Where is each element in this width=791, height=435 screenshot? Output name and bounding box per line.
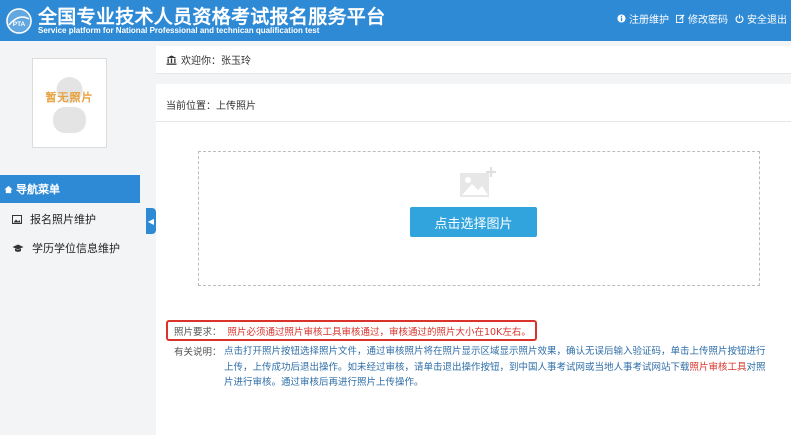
photo-preview: 暂无照片 <box>32 58 107 148</box>
nav-menu-header-label: 导航菜单 <box>16 183 60 196</box>
info-icon <box>617 14 626 23</box>
nav-menu-header: 导航菜单 <box>0 175 140 203</box>
add-image-icon <box>460 167 496 197</box>
register-maintain-label: 注册维护 <box>629 15 669 26</box>
photo-audit-tool-link[interactable]: 照片审核工具 <box>690 362 747 373</box>
platform-subtitle: Service platform for National Profession… <box>38 26 320 35</box>
change-password-link[interactable]: 修改密码 <box>676 11 728 26</box>
sidebar-item-degree-maintain-label: 学历学位信息维护 <box>32 242 120 255</box>
photo-requirement: 照片要求： 照片必须通过照片审核工具审核通过，审核通过的照片大小在10K左右。 <box>174 324 531 338</box>
top-links: 注册维护 修改密码 安全退出 <box>617 11 787 26</box>
welcome-text: 欢迎你：张玉玲 <box>181 56 251 67</box>
breadcrumb-divider <box>156 121 791 122</box>
requirement-text: 照片必须通过照片审核工具审核通过，审核通过的照片大小在10K左右。 <box>227 327 531 338</box>
pta-logo-icon: PTA <box>6 8 32 34</box>
logout-label: 安全退出 <box>747 15 787 26</box>
no-photo-label: 暂无照片 <box>45 91 94 104</box>
sidebar-item-photo-maintain-label: 报名照片维护 <box>30 213 96 226</box>
sidebar-item-photo-maintain[interactable]: 报名照片维护 <box>0 205 140 233</box>
note-text: 点击打开照片按钮选择照片文件，通过审核照片将在照片显示区域显示照片效果，确认无误… <box>224 344 769 391</box>
main-panel: 当前位置：上传照片 点击选择图片 照片要求： 照片必须通过照片审核工具审核通过，审… <box>156 84 791 435</box>
home-icon <box>4 185 13 193</box>
change-password-label: 修改密码 <box>688 15 728 26</box>
note-text-part1: 点击打开照片按钮选择照片文件，通过审核照片将在照片显示区域显示照片效果，确认无误… <box>224 346 766 373</box>
chevron-left-icon: ◀ <box>147 216 155 226</box>
bank-icon <box>166 55 177 65</box>
image-icon <box>12 214 22 224</box>
logo-text: PTA <box>13 21 26 28</box>
sidebar-item-degree-maintain[interactable]: 学历学位信息维护 <box>0 234 140 262</box>
register-maintain-link[interactable]: 注册维护 <box>617 11 669 26</box>
note-label: 有关说明： <box>174 347 222 358</box>
graduation-cap-icon <box>12 244 24 252</box>
welcome-bar: 欢迎你：张玉玲 <box>156 46 791 74</box>
sidebar: 暂无照片 导航菜单 报名照片维护 学历学位信息维护 <box>0 41 147 435</box>
sidebar-collapse-toggle[interactable]: ◀ <box>146 208 156 234</box>
edit-icon <box>676 14 685 23</box>
photo-upload-area[interactable]: 点击选择图片 <box>198 151 760 286</box>
breadcrumb: 当前位置：上传照片 <box>166 101 256 112</box>
choose-image-button[interactable]: 点击选择图片 <box>410 207 537 237</box>
requirement-label: 照片要求： <box>174 327 222 338</box>
platform-title: 全国专业技术人员资格考试报名服务平台 <box>38 6 386 28</box>
logout-link[interactable]: 安全退出 <box>735 11 787 26</box>
power-icon <box>735 14 744 23</box>
top-header: PTA 全国专业技术人员资格考试报名服务平台 Service platform … <box>0 0 791 41</box>
